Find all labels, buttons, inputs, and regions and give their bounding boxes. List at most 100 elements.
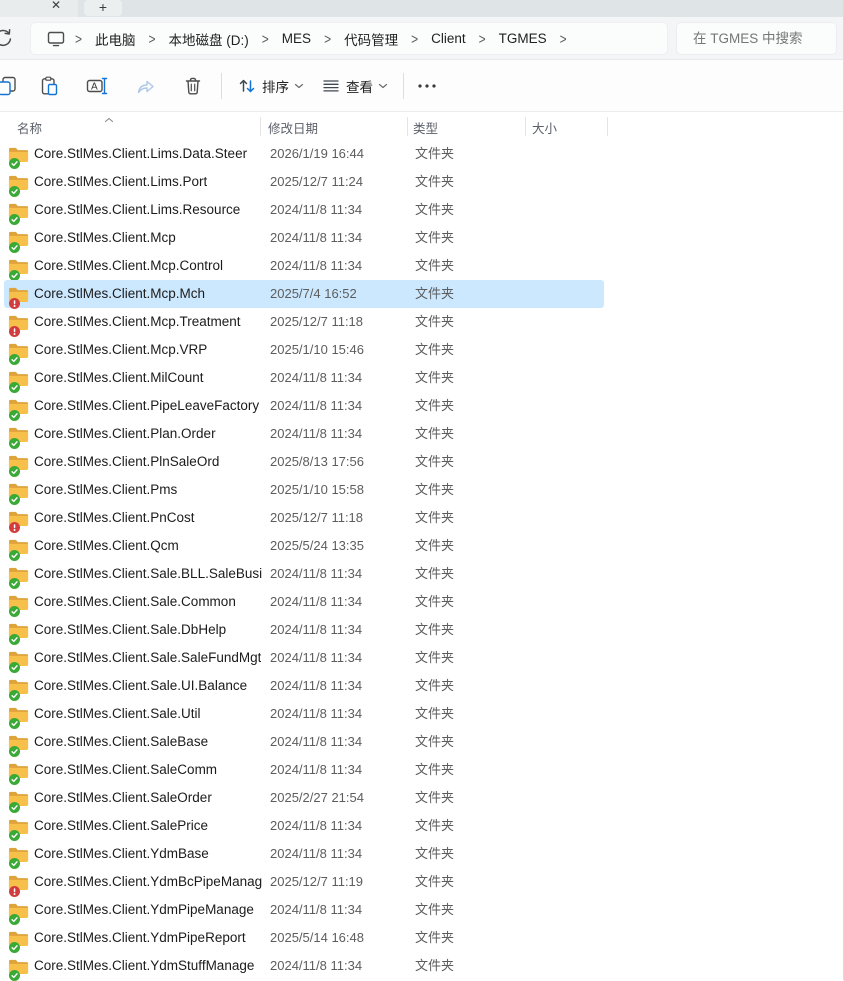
table-row[interactable]: Core.StlMes.Client.Qcm 2025/5/24 13:35 文… [4,532,604,560]
check-icon [10,271,19,280]
table-row[interactable]: Core.StlMes.Client.YdmBase 2024/11/8 11:… [4,840,604,868]
file-name: Core.StlMes.Client.Sale.SaleFundMgt [34,644,261,672]
folder-icon [8,481,29,499]
table-row[interactable]: Core.StlMes.Client.Sale.SaleFundMgt 2024… [4,644,604,672]
breadcrumb-chevron-icon: > [145,30,160,48]
breadcrumb-item[interactable]: TGMES [490,28,556,49]
file-date-modified: 2025/12/7 11:18 [270,308,363,336]
file-name: Core.StlMes.Client.PlnSaleOrd [34,448,219,476]
copy-icon [0,76,17,96]
column-header-name[interactable]: 名称 [17,118,42,137]
table-row[interactable]: Core.StlMes.Client.Mcp.Control 2024/11/8… [4,252,604,280]
breadcrumb-chevron-icon: > [320,30,335,48]
table-row[interactable]: Core.StlMes.Client.Mcp 2024/11/8 11:34 文… [4,224,604,252]
table-row[interactable]: Core.StlMes.Client.PlnSaleOrd 2025/8/13 … [4,448,604,476]
active-tab[interactable]: ✕ [0,0,78,17]
table-row[interactable]: Core.StlMes.Client.YdmStuffManage 2024/1… [4,952,604,980]
file-name: Core.StlMes.Client.Plan.Order [34,420,216,448]
column-divider[interactable] [525,117,526,136]
table-row[interactable]: Core.StlMes.Client.Sale.Util 2024/11/8 1… [4,700,604,728]
delete-button[interactable] [177,70,209,102]
file-type: 文件夹 [415,308,454,336]
check-icon [10,579,19,588]
folder-icon [8,929,29,947]
column-divider[interactable] [607,117,608,136]
check-icon [10,719,19,728]
address-bar: >此电脑>本地磁盘 (D:)>MES>代码管理>Client>TGMES> [0,17,843,60]
table-row[interactable]: Core.StlMes.Client.Sale.BLL.SaleBusin...… [4,560,604,588]
table-row[interactable]: Core.StlMes.Client.YdmPipeManage 2024/11… [4,896,604,924]
table-row[interactable]: Core.StlMes.Client.SalePrice 2024/11/8 1… [4,812,604,840]
view-button[interactable]: 查看 [315,70,394,102]
column-header-size[interactable]: 大小 [532,118,557,137]
table-row[interactable]: Core.StlMes.Client.Plan.Order 2024/11/8 … [4,420,604,448]
table-row[interactable]: Core.StlMes.Client.YdmPipeReport 2025/5/… [4,924,604,952]
column-header-date[interactable]: 修改日期 [268,118,318,137]
folder-icon [8,341,29,359]
more-options-button[interactable] [411,70,443,102]
rename-button[interactable]: A [81,70,113,102]
table-row[interactable]: Core.StlMes.Client.SaleComm 2024/11/8 11… [4,756,604,784]
new-tab-button[interactable]: + [84,0,122,16]
file-type: 文件夹 [415,560,454,588]
table-row[interactable]: Core.StlMes.Client.Sale.UI.Balance 2024/… [4,672,604,700]
file-date-modified: 2024/11/8 11:34 [270,756,362,784]
folder-icon [8,257,29,275]
file-name: Core.StlMes.Client.Sale.UI.Balance [34,672,247,700]
copy-button[interactable] [0,70,23,102]
file-date-modified: 2025/12/7 11:18 [270,504,363,532]
check-icon [10,439,19,448]
file-name: Core.StlMes.Client.PnCost [34,504,195,532]
folder-icon [8,425,29,443]
check-icon [10,355,19,364]
table-row[interactable]: Core.StlMes.Client.Lims.Data.Steer 2026/… [4,140,604,168]
breadcrumb-item[interactable]: 此电脑 [86,26,145,52]
check-icon [10,467,19,476]
table-row[interactable]: Core.StlMes.Client.Sale.Common 2024/11/8… [4,588,604,616]
table-row[interactable]: Core.StlMes.Client.Sale.DbHelp 2024/11/8… [4,616,604,644]
breadcrumb-chevron-icon: > [71,30,86,48]
breadcrumb-chevron-icon: > [556,30,571,48]
breadcrumb-item[interactable]: 本地磁盘 (D:) [160,26,258,52]
file-type: 文件夹 [415,140,454,168]
column-header-type[interactable]: 类型 [413,118,438,137]
table-row[interactable]: Core.StlMes.Client.Lims.Resource 2024/11… [4,196,604,224]
breadcrumb-item[interactable]: 代码管理 [335,26,407,52]
share-button[interactable] [129,70,161,102]
table-row[interactable]: Core.StlMes.Client.MilCount 2024/11/8 11… [4,364,604,392]
table-row[interactable]: Core.StlMes.Client.Mcp.VRP 2025/1/10 15:… [4,336,604,364]
view-icon [321,76,341,96]
folder-icon [8,285,29,303]
svn-status-badge [9,970,20,981]
tab-close-icon[interactable]: ✕ [48,0,64,14]
file-list: Core.StlMes.Client.Lims.Data.Steer 2026/… [0,140,844,980]
file-type: 文件夹 [415,448,454,476]
folder-icon [8,761,29,779]
table-row[interactable]: Core.StlMes.Client.SaleBase 2024/11/8 11… [4,728,604,756]
search-input[interactable] [691,30,822,47]
file-date-modified: 2025/12/7 11:19 [270,868,363,896]
table-row[interactable]: Core.StlMes.Client.Lims.Port 2025/12/7 1… [4,168,604,196]
table-row[interactable]: Core.StlMes.Client.Pms 2025/1/10 15:58 文… [4,476,604,504]
breadcrumb-item[interactable]: Client [422,28,475,49]
paste-button[interactable] [33,70,65,102]
file-type: 文件夹 [415,644,454,672]
file-name: Core.StlMes.Client.Lims.Resource [34,196,240,224]
table-row[interactable]: Core.StlMes.Client.PnCost 2025/12/7 11:1… [4,504,604,532]
table-row[interactable]: Core.StlMes.Client.Mcp.Treatment 2025/12… [4,308,604,336]
table-row[interactable]: Core.StlMes.Client.YdmBcPipeManage 2025/… [4,868,604,896]
breadcrumb-item[interactable]: MES [273,28,320,49]
column-divider[interactable] [260,117,261,136]
column-divider[interactable] [407,117,408,136]
table-row[interactable]: Core.StlMes.Client.SaleOrder 2025/2/27 2… [4,784,604,812]
table-row[interactable]: Core.StlMes.Client.Mcp.Mch 2025/7/4 16:5… [4,280,604,308]
file-type: 文件夹 [415,812,454,840]
refresh-icon[interactable] [0,26,15,50]
trash-icon [183,76,203,96]
folder-icon [8,845,29,863]
file-date-modified: 2025/2/27 21:54 [270,784,364,812]
sort-button[interactable]: 排序 [231,70,310,102]
folder-icon [8,733,29,751]
file-date-modified: 2024/11/8 11:34 [270,224,362,252]
table-row[interactable]: Core.StlMes.Client.PipeLeaveFactory 2024… [4,392,604,420]
